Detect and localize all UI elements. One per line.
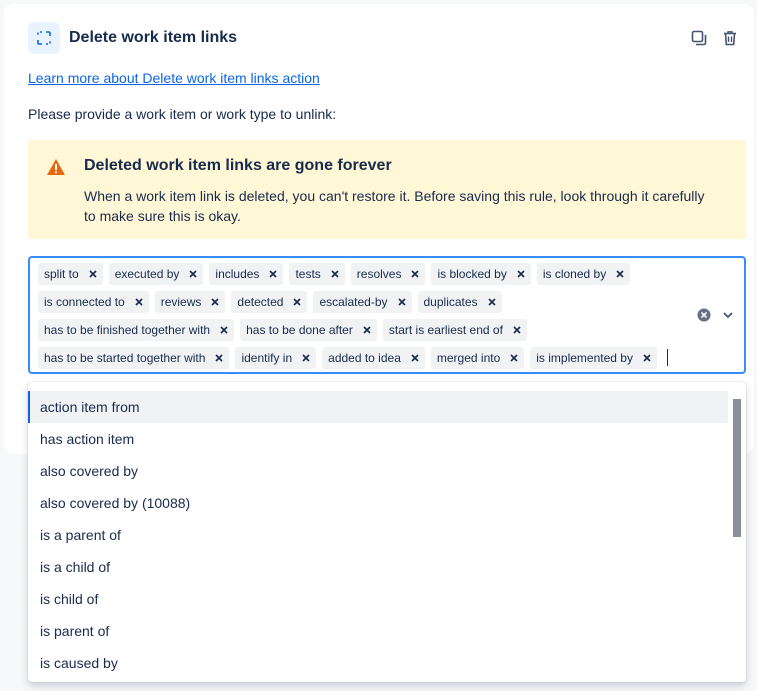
chip-label: duplicates [423, 295, 478, 309]
chip-label: identify in [241, 351, 293, 365]
warning-icon [47, 159, 65, 175]
duplicate-icon [691, 30, 707, 46]
chip-label: added to idea [328, 351, 401, 365]
close-icon[interactable] [363, 326, 371, 334]
chip-label: is cloned by [542, 267, 607, 281]
selected-chip: escalated-by [313, 291, 412, 313]
close-icon[interactable] [135, 298, 143, 306]
menu-scrollbar[interactable] [733, 399, 741, 537]
chip-label: start is earliest end of [388, 323, 503, 337]
selected-chip: has to be done after [240, 319, 377, 341]
learn-more-link[interactable]: Learn more about Delete work item links … [28, 70, 320, 86]
selected-chip: is blocked by [431, 263, 531, 285]
close-icon[interactable] [189, 270, 197, 278]
close-icon[interactable] [510, 354, 518, 362]
delete-button[interactable] [720, 28, 740, 48]
selected-chip: start is earliest end of [382, 319, 527, 341]
action-title: Delete work item links [69, 29, 238, 46]
close-icon[interactable] [411, 270, 420, 278]
close-icon[interactable] [302, 354, 310, 362]
close-icon[interactable] [293, 298, 302, 306]
option-item[interactable]: also covered by [28, 455, 728, 487]
options-menu: action item from has action item also cove… [28, 382, 746, 682]
option-item[interactable]: has action item [28, 423, 728, 455]
chip-label: is implemented by [536, 351, 633, 365]
selected-chip: tests [289, 263, 345, 285]
close-icon[interactable] [215, 354, 224, 362]
chip-label: resolves [356, 267, 402, 281]
close-icon[interactable] [616, 270, 624, 278]
chip-label: escalated-by [319, 295, 388, 309]
option-item[interactable]: is a parent of [28, 519, 728, 551]
close-icon[interactable] [397, 298, 406, 306]
action-header: Delete work item links [28, 22, 237, 54]
duplicate-button[interactable] [689, 28, 709, 48]
chip-label: detected [237, 295, 284, 309]
chip-label: executed by [114, 267, 180, 281]
selected-chip: resolves [350, 263, 426, 285]
chip-label: reviews [160, 295, 202, 309]
chip-label: merged into [436, 351, 501, 365]
warning-message: Deleted work item links are gone forever… [28, 140, 746, 239]
selected-chip: is connected to [38, 291, 149, 313]
option-item[interactable]: action item from [28, 391, 728, 423]
selected-chip: detected [231, 291, 308, 313]
selected-chip: executed by [108, 263, 204, 285]
close-icon[interactable] [331, 270, 339, 278]
trash-icon [724, 31, 736, 46]
warning-body: When a work item link is deleted, you ca… [84, 188, 705, 224]
close-icon[interactable] [513, 326, 521, 334]
selected-chip: is implemented by [530, 347, 657, 369]
chip-label: is blocked by [437, 267, 507, 281]
chevron-down-icon[interactable] [721, 308, 735, 322]
selected-chip: split to [38, 263, 103, 285]
chip-label: has to be done after [246, 323, 353, 337]
unlink-icon [28, 22, 60, 54]
selected-chip: includes [209, 263, 284, 285]
clear-circle-icon[interactable] [697, 308, 711, 322]
selected-chip: is cloned by [536, 263, 631, 285]
option-item[interactable]: is caused by [28, 647, 728, 679]
text-cursor[interactable] [666, 349, 668, 366]
chip-label: includes [215, 267, 260, 281]
selected-chip: has to be started together with [38, 347, 230, 369]
selected-chip: identify in [235, 347, 317, 369]
chip-label: has to be finished together with [44, 323, 211, 337]
selected-chip: merged into [430, 347, 525, 369]
link-type-select[interactable]: split to executed by includes tests resolves… [28, 256, 746, 374]
chip-label: tests [295, 267, 321, 281]
option-item[interactable]: is parent of [28, 615, 728, 647]
close-icon[interactable] [517, 270, 525, 278]
option-item[interactable]: is child of [28, 583, 728, 615]
unlink-prompt: Please provide a work item or work type … [28, 106, 337, 122]
close-icon[interactable] [211, 298, 219, 306]
close-icon[interactable] [643, 354, 651, 362]
selected-chip: duplicates [417, 291, 502, 313]
selected-chip: added to idea [322, 347, 425, 369]
chip-label: split to [44, 267, 79, 281]
option-item[interactable]: also covered by (10088) [28, 487, 728, 519]
close-icon[interactable] [220, 326, 228, 334]
option-item[interactable]: is a child of [28, 551, 728, 583]
close-icon[interactable] [411, 354, 419, 362]
selected-chip: reviews [154, 291, 226, 313]
chip-label: has to be started together with [44, 351, 206, 365]
close-icon[interactable] [487, 298, 496, 306]
selected-chip: has to be finished together with [38, 319, 235, 341]
close-icon[interactable] [89, 270, 97, 278]
warning-title: Deleted work item links are gone forever [84, 157, 392, 174]
close-icon[interactable] [269, 270, 278, 278]
selected-chips: split to executed by includes tests resolves… [38, 263, 698, 375]
chip-label: is connected to [44, 295, 125, 309]
